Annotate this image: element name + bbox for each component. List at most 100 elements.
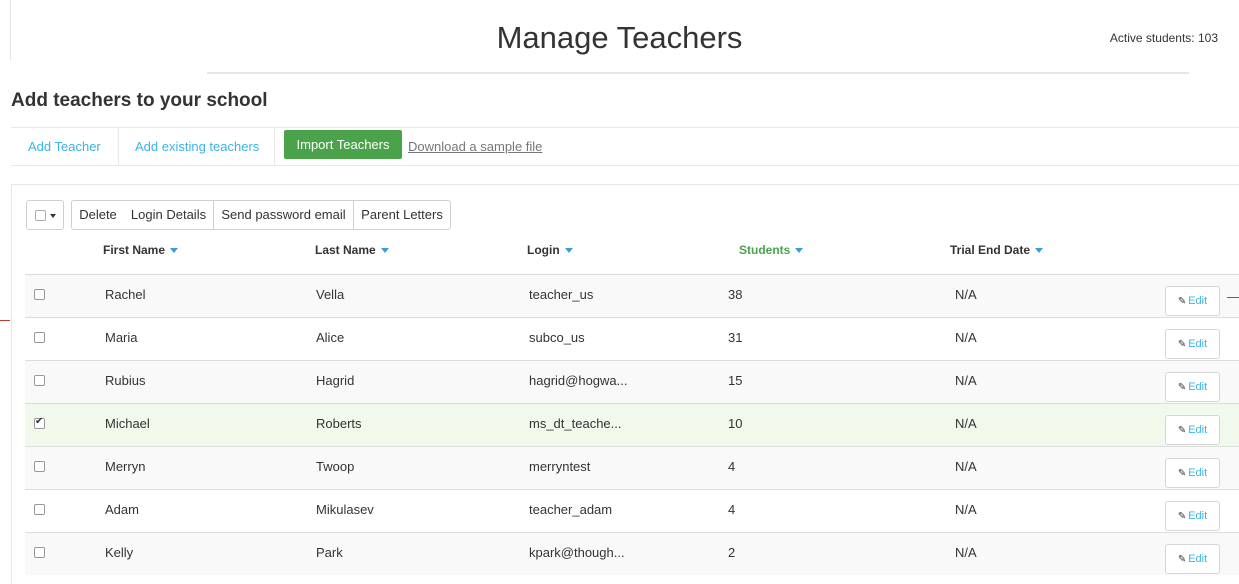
tab-divider — [274, 128, 275, 165]
last-name-cell: Park — [316, 545, 343, 560]
column-header-label: Students — [739, 243, 791, 257]
login-cell: teacher_us — [529, 287, 594, 302]
last-name-cell: Alice — [316, 330, 345, 345]
trial-end-cell: N/A — [955, 287, 977, 302]
last-name-cell: Vella — [316, 287, 345, 302]
sort-caret-icon — [170, 248, 179, 254]
edit-button[interactable]: ✎ Edit — [1165, 458, 1220, 488]
tab-add-existing-teachers[interactable]: Add existing teachers — [135, 128, 259, 165]
students-cell: 4 — [728, 502, 736, 517]
pencil-icon: ✎ — [1177, 339, 1187, 350]
pencil-icon: ✎ — [1177, 554, 1187, 565]
column-header-students[interactable]: Students — [739, 243, 804, 257]
select-all-dropdown[interactable] — [26, 200, 64, 230]
first-name-cell: Adam — [105, 502, 139, 517]
pencil-icon: ✎ — [1177, 296, 1187, 307]
annotation-mark — [1227, 297, 1239, 298]
last-name-cell: Hagrid — [316, 373, 355, 388]
column-header-label: First Name — [103, 243, 166, 257]
pencil-icon: ✎ — [1177, 511, 1187, 522]
table-row: Rachel Vella teacher_us 38 N/A ✎ Edit — [25, 274, 1239, 317]
students-cell: 2 — [728, 545, 736, 560]
login-cell: ms_dt_teache... — [529, 416, 622, 431]
students-cell: 31 — [728, 330, 743, 345]
trial-end-cell: N/A — [955, 373, 977, 388]
sort-caret-icon — [380, 248, 389, 254]
edit-label: Edit — [1188, 295, 1208, 307]
annotation-mark — [0, 320, 10, 321]
column-header-label: Trial End Date — [950, 243, 1031, 257]
page-title: Manage Teachers — [496, 20, 743, 55]
sort-caret-icon — [564, 248, 573, 254]
tab-divider — [118, 128, 119, 165]
row-checkbox[interactable] — [34, 416, 45, 429]
row-checkbox[interactable] — [34, 461, 45, 472]
students-cell: 15 — [728, 373, 743, 388]
pencil-icon: ✎ — [1177, 382, 1187, 393]
chevron-down-icon — [50, 214, 56, 218]
table-row: Adam Mikulasev teacher_adam 4 N/A ✎ Edit — [25, 489, 1239, 532]
row-checkbox[interactable] — [34, 332, 45, 343]
trial-end-cell: N/A — [955, 545, 977, 560]
last-name-cell: Roberts — [316, 416, 362, 431]
sort-caret-icon — [795, 248, 804, 254]
active-students-count: Active students: 103 — [1109, 31, 1218, 45]
last-name-cell: Mikulasev — [316, 502, 374, 517]
parent-letters-button[interactable]: Parent Letters — [354, 200, 451, 230]
edit-label: Edit — [1188, 467, 1208, 479]
pencil-icon: ✎ — [1177, 425, 1187, 436]
row-checkbox[interactable] — [34, 547, 45, 558]
first-name-cell: Merryn — [105, 459, 146, 474]
add-teacher-tabs: Add Teacher Add existing teachers Import… — [11, 127, 1239, 166]
students-cell: 10 — [728, 416, 743, 431]
table-row: Kelly Park kpark@though... 2 N/A ✎ Edit — [25, 532, 1239, 575]
table-row: Michael Roberts ms_dt_teache... 10 N/A ✎… — [25, 403, 1239, 446]
column-header-login[interactable]: Login — [527, 243, 573, 257]
login-cell: teacher_adam — [529, 502, 613, 517]
first-name-cell: Kelly — [105, 545, 134, 560]
column-header-trial-end-date[interactable]: Trial End Date — [950, 243, 1044, 257]
download-sample-link[interactable]: Download a sample file — [408, 128, 542, 165]
trial-end-cell: N/A — [955, 416, 977, 431]
edit-button[interactable]: ✎ Edit — [1165, 415, 1220, 445]
edit-label: Edit — [1188, 553, 1208, 565]
table-row: Rubius Hagrid hagrid@hogwa... 15 N/A ✎ Ed… — [25, 360, 1239, 403]
column-header-last-name[interactable]: Last Name — [315, 243, 389, 257]
pencil-icon: ✎ — [1177, 468, 1187, 479]
row-checkbox[interactable] — [34, 289, 45, 300]
edit-button[interactable]: ✎ Edit — [1165, 372, 1220, 402]
select-all-checkbox-icon — [35, 210, 46, 221]
login-details-button[interactable]: Login Details — [124, 200, 214, 230]
teachers-table: Rachel Vella teacher_us 38 N/A ✎ Edit Mar… — [25, 274, 1239, 575]
send-password-email-button[interactable]: Send password email — [214, 200, 354, 230]
title-divider — [207, 72, 1189, 74]
tab-add-teacher[interactable]: Add Teacher — [28, 128, 101, 165]
edit-label: Edit — [1188, 424, 1208, 436]
login-cell: hagrid@hogwa... — [529, 373, 628, 388]
column-header-first-name[interactable]: First Name — [103, 243, 179, 257]
edit-button[interactable]: ✎ Edit — [1165, 329, 1220, 359]
table-row: Maria Alice subco_us 31 N/A ✎ Edit — [25, 317, 1239, 360]
login-cell: merryntest — [529, 459, 591, 474]
edit-button[interactable]: ✎ Edit — [1165, 501, 1220, 531]
login-cell: kpark@though... — [529, 545, 625, 560]
students-cell: 4 — [728, 459, 736, 474]
first-name-cell: Rachel — [105, 287, 146, 302]
first-name-cell: Rubius — [105, 373, 146, 388]
column-header-label: Last Name — [315, 243, 376, 257]
edit-button[interactable]: ✎ Edit — [1165, 544, 1220, 574]
edit-label: Edit — [1188, 510, 1208, 522]
edit-label: Edit — [1188, 338, 1208, 350]
last-name-cell: Twoop — [316, 459, 355, 474]
trial-end-cell: N/A — [955, 502, 977, 517]
section-heading: Add teachers to your school — [11, 90, 268, 111]
row-checkbox[interactable] — [34, 504, 45, 515]
import-teachers-button[interactable]: Import Teachers — [284, 130, 402, 159]
first-name-cell: Maria — [105, 330, 138, 345]
delete-button[interactable]: Delete — [71, 200, 125, 230]
trial-end-cell: N/A — [955, 459, 977, 474]
row-checkbox[interactable] — [34, 375, 45, 386]
edit-label: Edit — [1188, 381, 1208, 393]
students-cell: 38 — [728, 287, 743, 302]
edit-button[interactable]: ✎ Edit — [1165, 286, 1220, 316]
